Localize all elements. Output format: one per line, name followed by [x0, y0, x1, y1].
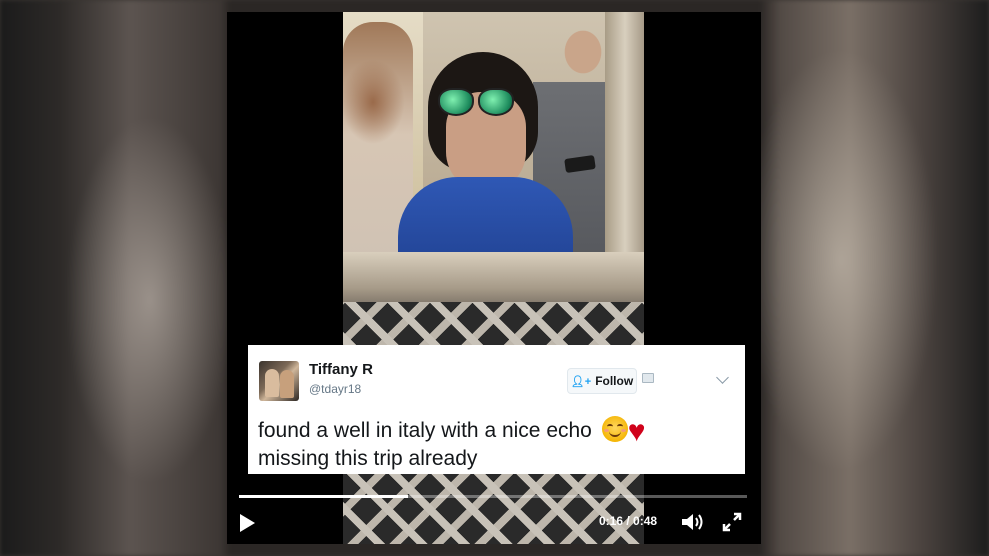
main-person — [398, 52, 573, 287]
follow-label: Follow — [595, 374, 634, 388]
time-display: 0:16 / 0:48 — [599, 514, 658, 528]
tweet-text: found a well in italy with a nice echo ♥… — [258, 416, 738, 472]
red-heart-emoji: ♥ — [627, 415, 646, 448]
sunglasses-lens-right — [478, 88, 514, 116]
play-icon[interactable] — [240, 514, 255, 532]
avatar-person-1 — [265, 369, 279, 397]
volume-icon[interactable] — [681, 513, 705, 531]
image-icon — [642, 373, 654, 383]
user-handle[interactable]: @tdayr18 — [309, 382, 361, 396]
follow-button[interactable]: 👤︎+ Follow — [567, 368, 637, 394]
stone-pillar — [605, 12, 644, 282]
chevron-down-icon[interactable] — [716, 371, 729, 384]
avatar-person-2 — [280, 370, 294, 398]
sunglasses-lens-left — [438, 88, 474, 116]
smiling-face-with-blush-emoji — [601, 416, 628, 442]
user-name[interactable]: Tiffany R — [309, 361, 373, 378]
tweet-text-line1: found a well in italy with a nice echo — [258, 419, 592, 442]
progress-bar[interactable] — [239, 495, 747, 498]
tweet-text-line2: missing this trip already — [258, 447, 478, 470]
fullscreen-icon[interactable] — [722, 512, 742, 532]
add-user-icon: 👤︎+ — [570, 375, 592, 388]
avatar[interactable] — [259, 361, 299, 401]
tweet-card: Tiffany R @tdayr18 👤︎+ Follow found a we… — [248, 345, 745, 474]
progress-fill — [239, 495, 409, 498]
